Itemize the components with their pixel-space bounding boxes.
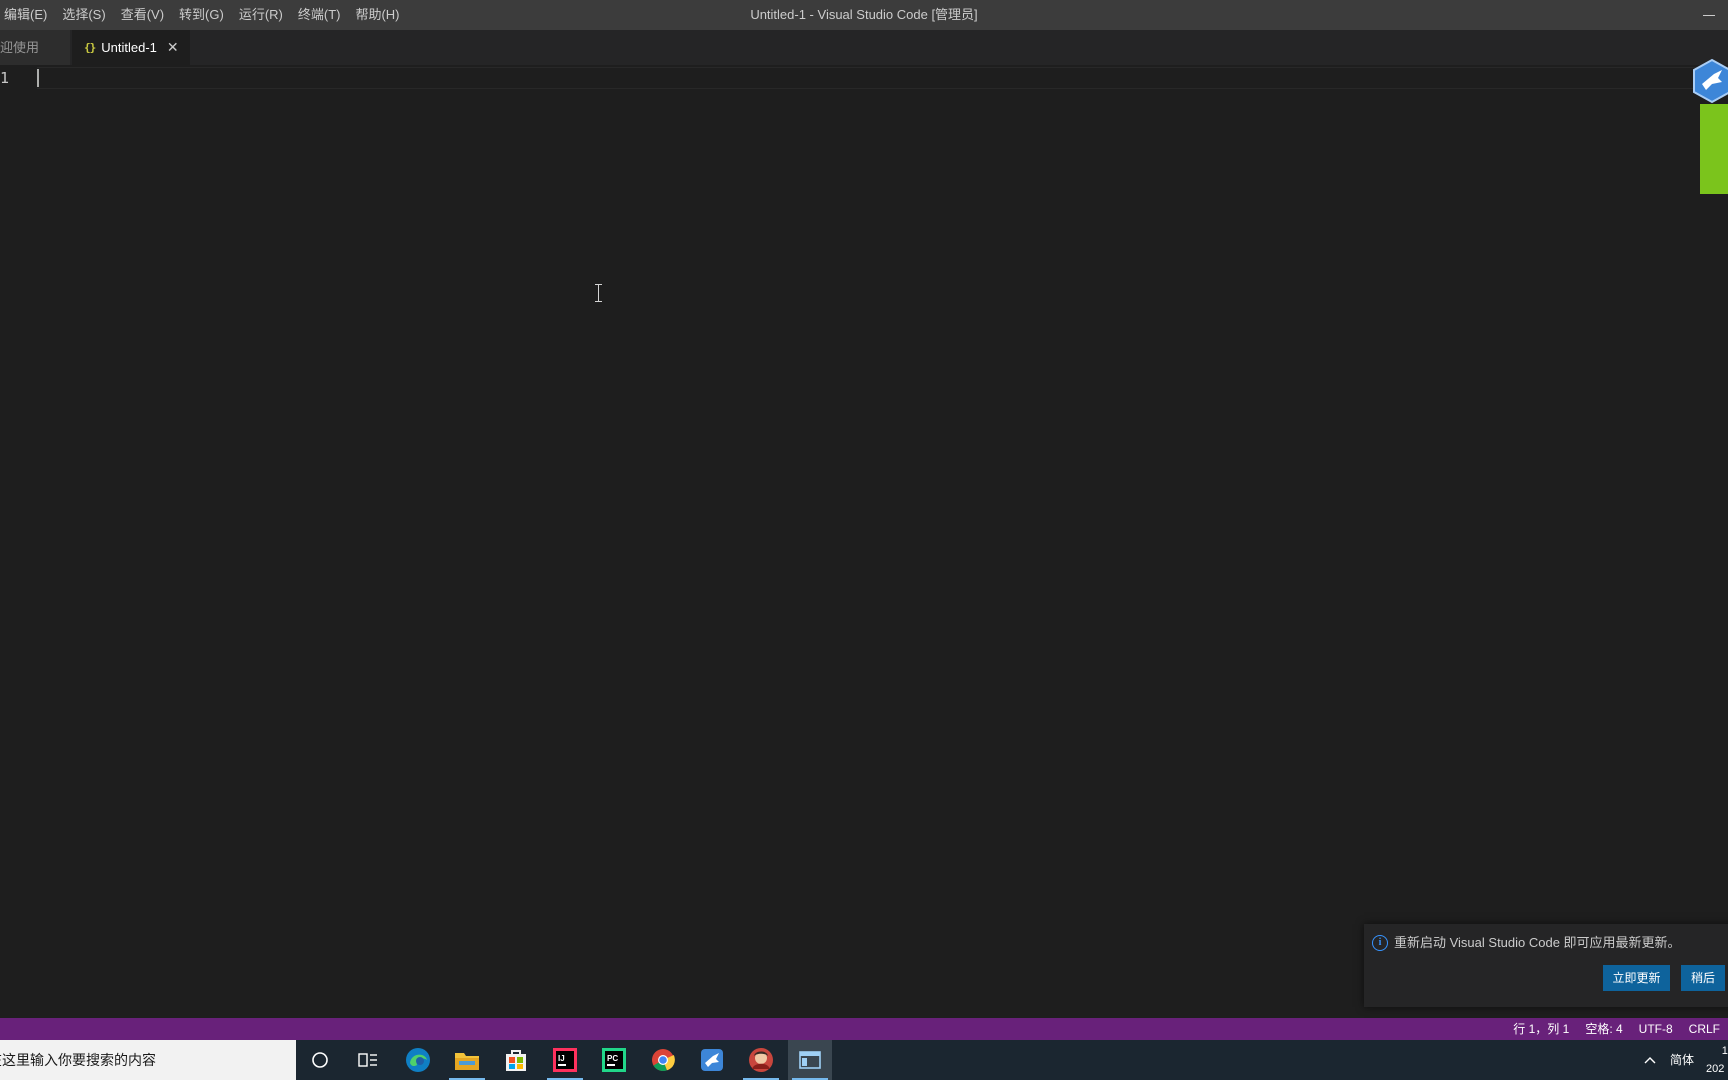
bird-app-icon[interactable] bbox=[690, 1040, 734, 1080]
svg-text:PC: PC bbox=[607, 1054, 618, 1063]
close-icon[interactable]: ✕ bbox=[167, 39, 179, 56]
side-widget-bar[interactable] bbox=[1700, 104, 1728, 194]
notification-message: 重新启动 Visual Studio Code 即可应用最新更新。 bbox=[1394, 935, 1681, 950]
menu-edit[interactable]: 编辑(E) bbox=[0, 0, 55, 30]
tab-untitled-1[interactable]: {} Untitled-1 ✕ bbox=[72, 30, 190, 65]
tab-untitled-1-label: Untitled-1 bbox=[101, 40, 157, 55]
taskbar-search-input[interactable]: 在这里输入你要搜索的内容 bbox=[0, 1040, 296, 1080]
cortana-icon[interactable] bbox=[298, 1040, 342, 1080]
menu-run[interactable]: 运行(R) bbox=[235, 0, 291, 30]
menu-help[interactable]: 帮助(H) bbox=[351, 0, 407, 30]
intellij-icon[interactable]: IJ bbox=[543, 1040, 587, 1080]
ibeam-cursor-icon bbox=[594, 284, 603, 302]
menu-selection[interactable]: 选择(S) bbox=[58, 0, 113, 30]
minimize-button[interactable] bbox=[1700, 8, 1718, 22]
status-eol[interactable]: CRLF bbox=[1681, 1018, 1728, 1040]
chevron-up-icon[interactable] bbox=[1642, 1050, 1658, 1070]
ime-indicator[interactable]: 简体 bbox=[1670, 1040, 1694, 1080]
edge-icon[interactable] bbox=[396, 1040, 440, 1080]
clock-date: 202 bbox=[1706, 1063, 1725, 1075]
json-file-icon: {} bbox=[84, 41, 96, 54]
clock-time: 18 bbox=[1721, 1045, 1728, 1057]
tab-welcome-label: 迎使用 bbox=[0, 40, 40, 55]
bird-badge-icon[interactable] bbox=[1692, 58, 1728, 104]
tab-welcome[interactable]: 迎使用 bbox=[0, 30, 70, 65]
pycharm-icon[interactable]: PC bbox=[592, 1040, 636, 1080]
update-now-button[interactable]: 立即更新 bbox=[1603, 965, 1670, 991]
vscode-app-icon[interactable] bbox=[788, 1040, 832, 1080]
menu-view[interactable]: 查看(V) bbox=[117, 0, 172, 30]
status-cursor-position[interactable]: 行 1，列 1 bbox=[1505, 1018, 1577, 1040]
chrome-icon[interactable] bbox=[641, 1040, 685, 1080]
text-cursor bbox=[37, 69, 39, 87]
status-indentation[interactable]: 空格: 4 bbox=[1577, 1018, 1630, 1040]
taskbar-clock[interactable]: 18 202 bbox=[1706, 1040, 1728, 1080]
store-icon[interactable] bbox=[494, 1040, 538, 1080]
later-button[interactable]: 稍后 bbox=[1681, 965, 1725, 991]
tab-bar bbox=[0, 30, 1728, 65]
editor-area[interactable] bbox=[0, 65, 1728, 1018]
status-bar-items: 行 1，列 1 空格: 4 UTF-8 CRLF bbox=[1505, 1018, 1728, 1040]
info-icon: i bbox=[1372, 935, 1388, 951]
menu-terminal[interactable]: 终端(T) bbox=[294, 0, 349, 30]
svg-text:IJ: IJ bbox=[558, 1054, 565, 1063]
menu-bar: 编辑(E) 选择(S) 查看(V) 转到(G) 运行(R) 终端(T) 帮助(H… bbox=[0, 0, 411, 30]
menu-go[interactable]: 转到(G) bbox=[175, 0, 232, 30]
line-number: 1 bbox=[0, 69, 10, 87]
task-view-icon[interactable] bbox=[346, 1040, 390, 1080]
search-placeholder: 在这里输入你要搜索的内容 bbox=[0, 1052, 156, 1068]
current-line-highlight bbox=[37, 67, 1727, 89]
status-encoding[interactable]: UTF-8 bbox=[1631, 1018, 1681, 1040]
file-explorer-icon[interactable] bbox=[445, 1040, 489, 1080]
status-bar bbox=[0, 1018, 1728, 1040]
avatar-app-icon[interactable] bbox=[739, 1040, 783, 1080]
